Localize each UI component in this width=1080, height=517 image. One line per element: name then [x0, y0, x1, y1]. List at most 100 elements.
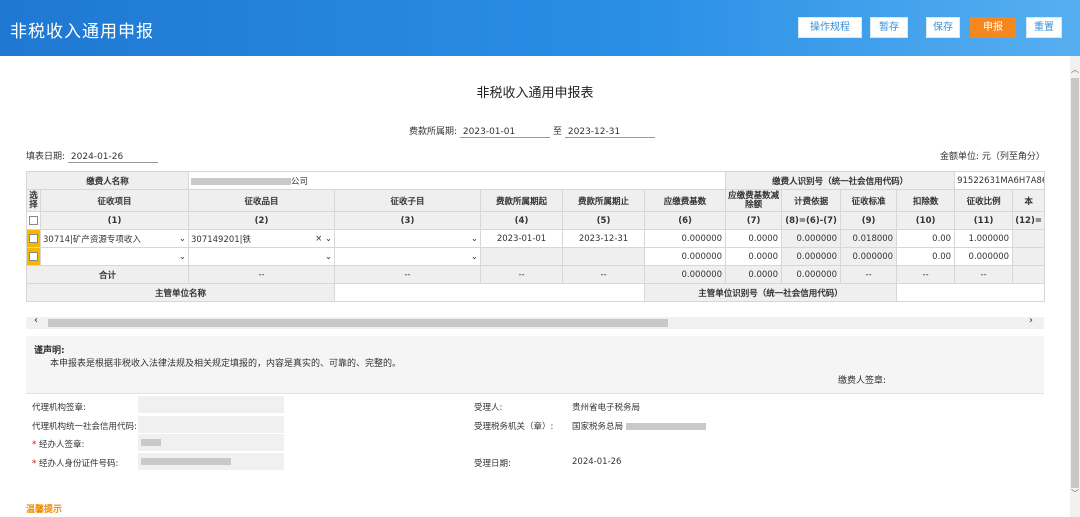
- subitem-select[interactable]: ⌄: [334, 247, 482, 266]
- declaration-box: 谨声明: 本申报表是根据非税收入法律法规及相关规定填报的，内容是真实的、可靠的、…: [26, 336, 1044, 393]
- agency-seal-label: 代理机构签章:: [32, 403, 86, 413]
- scroll-left-icon[interactable]: ‹: [34, 315, 38, 326]
- idx-10: (10): [896, 211, 956, 230]
- row-select-cell: [26, 229, 41, 248]
- reset-button[interactable]: 重置: [1026, 17, 1062, 38]
- fill-date-label: 填表日期:: [26, 152, 66, 162]
- chevron-down-icon: ⌄: [324, 233, 333, 244]
- col-start: 费款所属期起: [480, 189, 564, 212]
- deduct-input[interactable]: 0.0000: [725, 247, 783, 266]
- declaration-table: 缴费人名称 公司 缴费人识别号（统一社会信用代码） 91522631MA6H7A…: [25, 171, 1046, 302]
- header-row: 选择 征收项目 征收品目 征收子目 费款所属期起 费款所属期止 应缴费基数 应缴…: [26, 189, 1046, 212]
- payer-sign-label: 缴费人签章:: [838, 376, 887, 386]
- redacted-mark: [626, 423, 707, 430]
- handler-sign-input[interactable]: [138, 434, 284, 451]
- subitem-select[interactable]: ⌄: [334, 229, 482, 248]
- row-checkbox[interactable]: [29, 251, 38, 261]
- agency-code-label: 代理机构统一社会信用代码:: [32, 422, 137, 432]
- scrollbar-thumb[interactable]: [48, 319, 668, 327]
- deduct-input[interactable]: 0.0000: [725, 229, 783, 248]
- select-all-cell: [26, 211, 41, 230]
- select-all-checkbox[interactable]: [29, 215, 38, 225]
- deduction-input[interactable]: 0.00: [896, 247, 956, 266]
- scroll-up-icon[interactable]: ︿: [1070, 64, 1080, 76]
- total-basis: 0.000000: [781, 265, 842, 284]
- app-header: 非税收入通用申报 操作规程 暂存 保存 申报 重置: [0, 0, 1080, 56]
- supervisor-name-label: 主管单位名称: [25, 283, 336, 302]
- ratio-value: 1.000000: [954, 229, 1014, 248]
- row-select-cell: [26, 247, 41, 266]
- total-deduct: 0.0000: [725, 265, 783, 284]
- office-text: 国家税务总局: [572, 422, 624, 432]
- chevron-down-icon: ⌄: [178, 251, 187, 262]
- agency-seal-input[interactable]: [138, 396, 284, 413]
- redacted-mark: [191, 177, 292, 185]
- save-temp-button[interactable]: 暂存: [870, 17, 908, 38]
- idx-12: (12)=: [1012, 211, 1046, 230]
- start-date-cell[interactable]: [480, 247, 564, 266]
- row-checkbox[interactable]: [29, 233, 38, 243]
- fill-date-input[interactable]: 2024-01-26: [67, 152, 158, 163]
- ratio-value: 0.000000: [954, 247, 1014, 266]
- idx-7: (7): [725, 211, 783, 230]
- base-input[interactable]: 0.000000: [644, 247, 727, 266]
- horizontal-scrollbar[interactable]: ‹ ›: [26, 315, 1044, 329]
- form-title: 非税收入通用申报表: [476, 86, 594, 101]
- handler-id-input[interactable]: [138, 453, 284, 470]
- deduction-input[interactable]: 0.00: [896, 229, 956, 248]
- period-end-input[interactable]: 2023-12-31: [564, 127, 655, 138]
- table-row: 30714|矿产资源专项收入 ⌄ 307149201|铁 × ⌄ ⌄ 2023-01…: [26, 229, 1046, 248]
- total-dash: --: [334, 265, 482, 284]
- overflow-cell: [1012, 247, 1046, 266]
- table-row: ⌄ ⌄ ⌄ 0.000000 0.0000 0.000000 0.000000 …: [26, 247, 1046, 266]
- scroll-down-icon[interactable]: ﹀: [1070, 488, 1080, 500]
- vertical-scrollbar[interactable]: ︿ ﹀: [1070, 56, 1080, 517]
- supervisor-row: 主管单位名称 主管单位识别号（统一社会信用代码）: [25, 283, 1046, 302]
- date-label: 受理日期:: [474, 459, 511, 469]
- idx-6: (6): [644, 211, 727, 230]
- period-start-input[interactable]: 2023-01-01: [459, 127, 550, 138]
- col-product: 征收品目: [188, 189, 336, 212]
- agency-code-input[interactable]: [138, 416, 284, 433]
- chevron-down-icon: ⌄: [178, 233, 187, 244]
- total-dash: --: [480, 265, 564, 284]
- app-title: 非税收入通用申报: [10, 22, 154, 42]
- product-value: 307149201|铁: [191, 234, 252, 245]
- idx-1: (1): [39, 211, 190, 230]
- standard-value: 0.000000: [840, 247, 898, 266]
- start-date-cell[interactable]: 2023-01-01: [480, 229, 564, 248]
- declare-button[interactable]: 申报: [970, 17, 1016, 38]
- handler-sign-text: 经办人签章:: [38, 440, 85, 450]
- col-basis: 计费依据: [781, 189, 842, 212]
- total-base: 0.000000: [644, 265, 727, 284]
- supervisor-name-value: [334, 283, 646, 302]
- index-row: (1) (2) (3) (4) (5) (6) (7) (8)=(6)-(7) …: [26, 211, 1046, 230]
- item-value: 30714|矿产资源专项收入: [43, 234, 141, 245]
- product-select[interactable]: 307149201|铁 × ⌄: [188, 229, 336, 248]
- payer-row: 缴费人名称 公司 缴费人识别号（统一社会信用代码） 91522631MA6H7A…: [25, 171, 1046, 190]
- base-input[interactable]: 0.000000: [644, 229, 727, 248]
- clear-icon[interactable]: ×: [315, 234, 322, 244]
- col-subitem: 征收子目: [334, 189, 482, 212]
- rules-button[interactable]: 操作规程: [798, 17, 862, 38]
- chevron-down-icon: ⌄: [470, 251, 479, 262]
- save-button[interactable]: 保存: [926, 17, 960, 38]
- scrollbar-thumb[interactable]: [1071, 78, 1079, 488]
- end-date-cell[interactable]: [562, 247, 646, 266]
- scroll-right-icon[interactable]: ›: [1029, 315, 1033, 326]
- supervisor-id-value: [896, 283, 1046, 302]
- item-select[interactable]: ⌄: [39, 247, 190, 266]
- col-end: 费款所属期止: [562, 189, 646, 212]
- tips-title: 温馨提示: [26, 505, 63, 515]
- item-select[interactable]: 30714|矿产资源专项收入 ⌄: [39, 229, 190, 248]
- col-deduction: 扣除数: [896, 189, 956, 212]
- product-select[interactable]: ⌄: [188, 247, 336, 266]
- end-date-cell[interactable]: 2023-12-31: [562, 229, 646, 248]
- payer-name-value: 公司: [188, 171, 727, 190]
- period-to-label: 至: [553, 127, 563, 137]
- basis-value: 0.000000: [781, 247, 842, 266]
- redacted-mark: [141, 439, 161, 446]
- overflow-cell: [1012, 229, 1046, 248]
- receiver-value: 贵州省电子税务局: [572, 403, 641, 413]
- col-select: 选择: [26, 189, 41, 212]
